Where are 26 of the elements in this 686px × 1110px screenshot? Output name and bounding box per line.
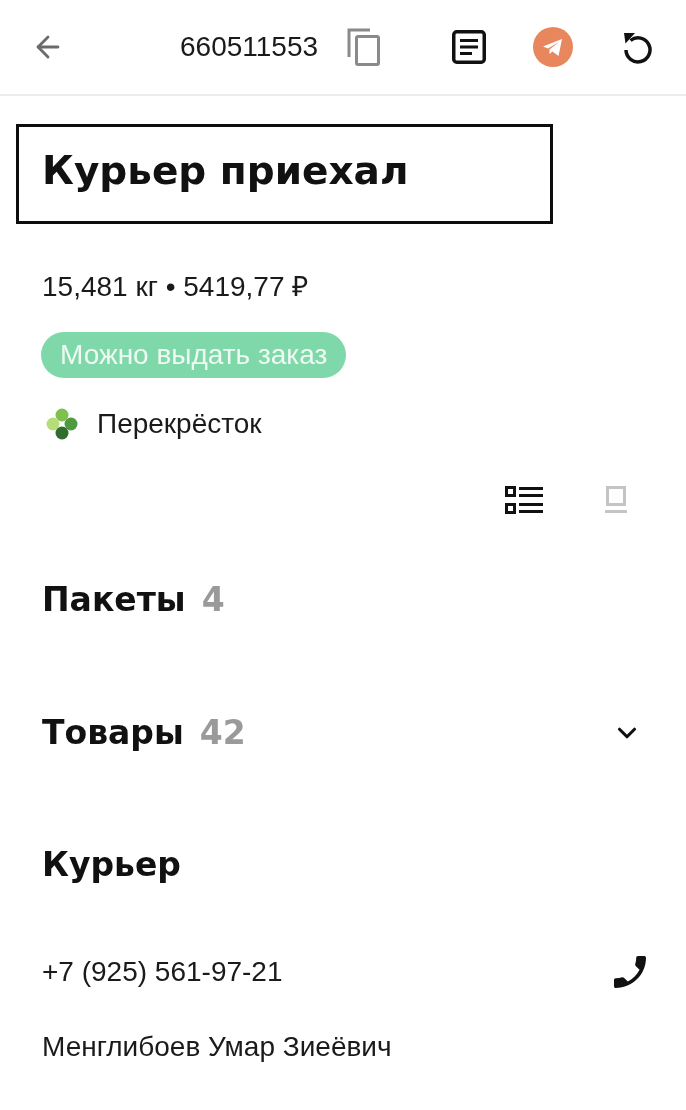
copy-icon (346, 27, 383, 67)
document-icon (452, 30, 487, 64)
telegram-button[interactable] (533, 27, 574, 67)
section-count: 4 (201, 579, 225, 621)
phone-icon (614, 956, 646, 988)
courier-section-title: Курьер (42, 844, 181, 886)
order-number: 660511553 (180, 30, 319, 64)
copy-button[interactable] (346, 27, 383, 67)
refresh-icon (622, 30, 655, 64)
status-badge: Можно выдать заказ (41, 332, 347, 378)
order-summary: 15,481 кг • 5419,77 ₽ (42, 270, 309, 304)
paper-plane-icon (533, 27, 574, 67)
call-button[interactable] (614, 956, 646, 988)
list-view-icon (505, 486, 543, 514)
section-count: 42 (199, 712, 246, 754)
document-button[interactable] (452, 30, 487, 64)
refresh-button[interactable] (622, 30, 655, 64)
status-title: Курьер приехал (42, 147, 409, 195)
list-view-button[interactable] (505, 486, 543, 514)
courier-name: Менглибоев Умар Зиеёвич (42, 1030, 392, 1064)
section-title: Товары (42, 712, 184, 754)
store-name: Перекрёсток (97, 407, 262, 441)
clover-logo-icon (46, 408, 78, 440)
tile-view-icon (604, 486, 628, 514)
courier-phone: +7 (925) 561-97-21 (42, 955, 283, 989)
section-title: Пакеты (42, 579, 186, 621)
